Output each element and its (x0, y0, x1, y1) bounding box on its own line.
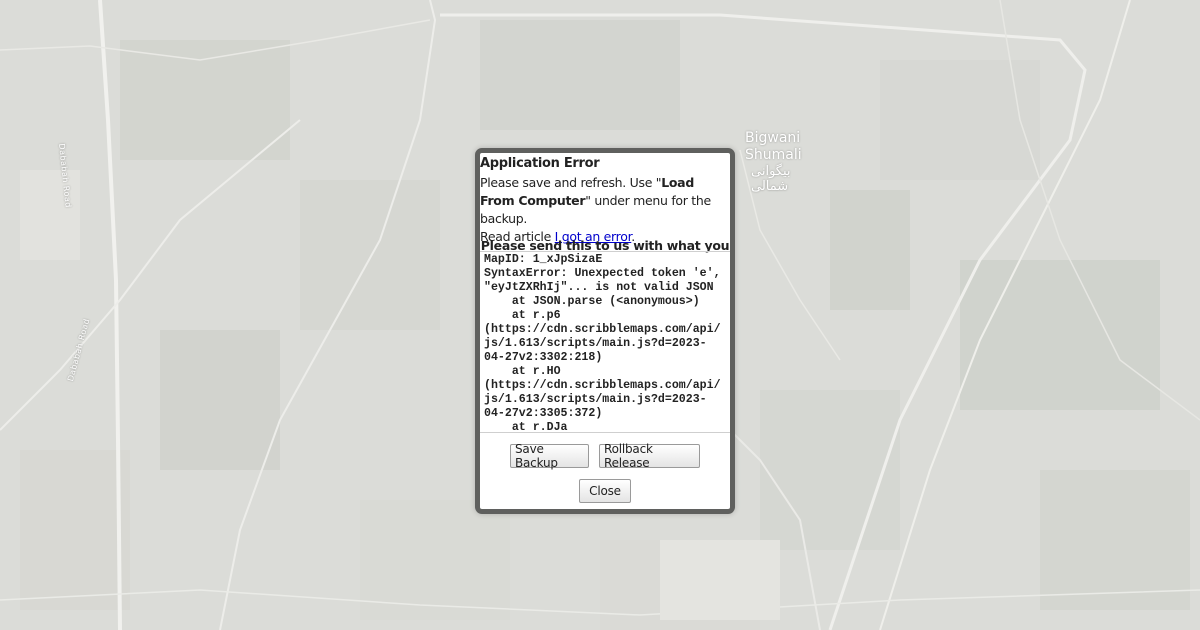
save-backup-button[interactable]: Save Backup (510, 442, 589, 470)
error-trace-box[interactable]: MapID: 1_xJpSizaE SyntaxError: Unexpecte… (480, 251, 730, 433)
msg-prefix: Please save and refresh. Use " (480, 175, 662, 190)
close-button[interactable]: Close (579, 479, 631, 503)
application-error-dialog: Application Error Please save and refres… (475, 148, 735, 514)
place-label: Bigwani Shumali بیگوانی شمالی (745, 130, 815, 194)
rollback-release-button[interactable]: Rollback Release (599, 442, 700, 470)
place-label-line2: Shumali (745, 147, 802, 163)
place-label-local: بیگوانی شمالی (751, 164, 791, 194)
error-message: Please save and refresh. Use "Load From … (480, 174, 728, 246)
place-label-line1: Bigwani (745, 130, 801, 146)
error-trace-text: MapID: 1_xJpSizaE SyntaxError: Unexpecte… (484, 253, 721, 433)
dialog-title: Application Error (480, 156, 600, 171)
